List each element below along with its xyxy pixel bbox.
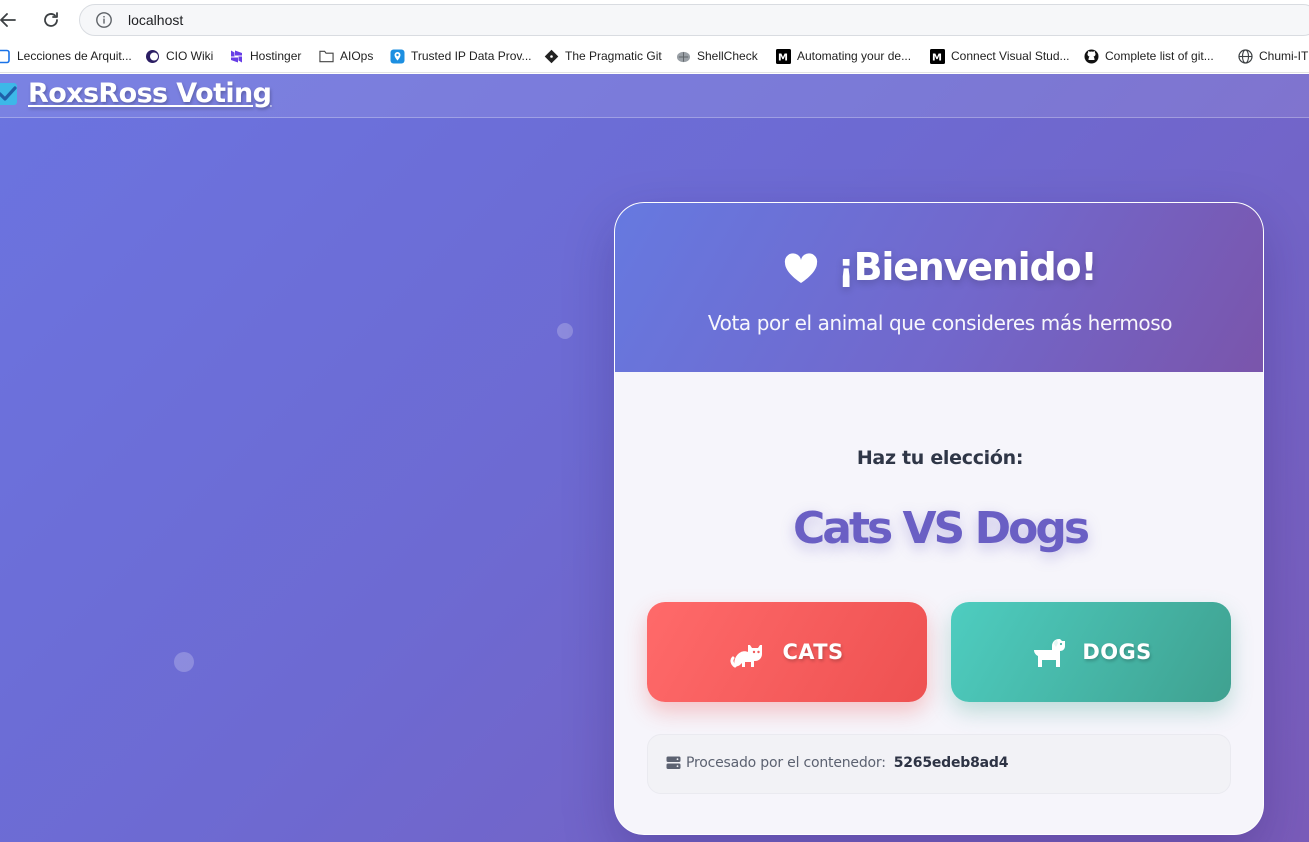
bookmark-label: Lecciones de Arquit... (17, 49, 132, 63)
bookmark-cio-wiki[interactable]: CIO Wiki (145, 46, 213, 66)
folder-icon (319, 49, 334, 64)
cat-icon (730, 645, 763, 668)
svg-text:M: M (932, 52, 942, 63)
card-header: ¡Bienvenido! Vota por el animal que cons… (615, 203, 1263, 372)
bookmark-label: CIO Wiki (166, 49, 214, 63)
address-bar[interactable]: localhost (79, 4, 1309, 36)
container-info: Procesado por el contenedor: 5265edeb8ad… (647, 734, 1231, 794)
container-id: 5265edeb8ad4 (893, 755, 1009, 771)
url-text[interactable]: localhost (128, 12, 183, 28)
bookmark-aiops[interactable]: AIOps (319, 46, 373, 66)
bookmark-shellcheck[interactable]: ShellCheck (676, 46, 758, 66)
globe-icon (1238, 48, 1253, 64)
bookmark-label: Connect Visual Stud... (951, 49, 1070, 63)
voting-app: RoxsRoss Voting ¡Bienvenido! Vota por el… (0, 74, 1309, 842)
shellcheck-icon (676, 49, 691, 64)
info-icon[interactable] (95, 11, 113, 29)
medium-icon: M (930, 48, 945, 64)
github-icon (1084, 49, 1099, 64)
brand-title: RoxsRoss Voting (28, 78, 272, 109)
app-header: RoxsRoss Voting (0, 74, 1309, 118)
bookmark-label: Chumi-IT (1259, 49, 1309, 63)
git-icon (544, 49, 559, 64)
reload-icon (44, 12, 58, 27)
vote-cats-button[interactable]: CATS (647, 602, 927, 702)
bookmark-pragmatic-git[interactable]: The Pragmatic Git (544, 46, 662, 66)
hostinger-icon (229, 49, 244, 64)
brand-link[interactable]: RoxsRoss Voting (0, 78, 272, 109)
cio-icon (145, 49, 160, 64)
bookmark-chumi-it[interactable]: Chumi-IT (1238, 46, 1308, 66)
decorative-bubble (557, 323, 573, 339)
back-button[interactable] (0, 6, 22, 34)
reload-button[interactable] (37, 6, 65, 34)
bookmark-label: Automating your de... (797, 49, 912, 63)
vote-cats-label: CATS (782, 640, 844, 664)
vote-dogs-label: DOGS (1082, 640, 1152, 664)
decorative-bubble (174, 652, 194, 672)
bookmark-label: Trusted IP Data Prov... (411, 49, 532, 63)
svg-text:M: M (778, 52, 788, 63)
voting-card: ¡Bienvenido! Vota por el animal que cons… (614, 202, 1264, 835)
bookmark-automating[interactable]: M Automating your de... (776, 46, 911, 66)
bookmark-label: AIOps (340, 49, 374, 63)
heart-icon (785, 253, 818, 283)
bookmark-trusted-ip[interactable]: Trusted IP Data Prov... (390, 46, 532, 66)
bookmark-label: Hostinger (250, 49, 302, 63)
bookmark-lecciones[interactable]: Lecciones de Arquit... (0, 46, 132, 66)
choice-prompt: Haz tu elección: (856, 447, 1024, 469)
bookmark-label: Complete list of git... (1105, 49, 1214, 63)
vote-dogs-button[interactable]: DOGS (951, 602, 1231, 702)
bookmark-git-list[interactable]: Complete list of git... (1084, 46, 1214, 66)
versus-title: Cats VS Dogs (792, 503, 1090, 554)
bookmark-hostinger[interactable]: Hostinger (229, 46, 301, 66)
bookmark-label: ShellCheck (697, 49, 758, 63)
welcome-text: ¡Bienvenido! (837, 245, 1097, 289)
bookmark-connect-vs[interactable]: M Connect Visual Stud... (930, 46, 1070, 66)
bookmark-label: The Pragmatic Git (565, 49, 662, 63)
container-label: Procesado por el contenedor: (686, 755, 886, 771)
location-icon (390, 49, 405, 64)
browser-toolbar: localhost (0, 0, 1309, 40)
welcome-title: ¡Bienvenido! (615, 245, 1263, 289)
dog-icon (1034, 639, 1066, 667)
box-icon (0, 49, 11, 64)
server-icon (666, 756, 681, 769)
welcome-subtitle: Vota por el animal que consideres más he… (707, 311, 1173, 335)
arrow-left-icon (0, 13, 16, 27)
ballot-check-icon (0, 82, 17, 105)
bookmarks-bar: Lecciones de Arquit... CIO Wiki Hostinge… (0, 40, 1309, 73)
medium-icon: M (776, 48, 791, 64)
container-line: Procesado por el contenedor: 5265edeb8ad… (666, 755, 1008, 771)
